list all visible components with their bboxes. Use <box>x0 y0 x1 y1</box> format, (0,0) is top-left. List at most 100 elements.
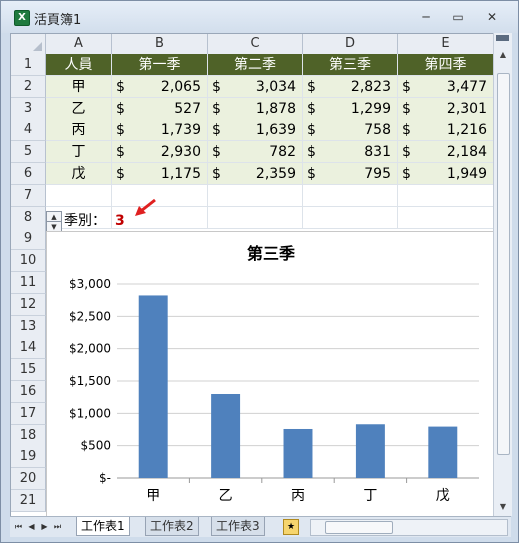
value-cell[interactable]: $3,477 <box>398 75 494 98</box>
value-cell[interactable]: $758 <box>303 119 398 142</box>
empty-cell[interactable] <box>398 184 494 207</box>
table-header-cell[interactable]: 第三季 <box>303 54 398 76</box>
row-header[interactable]: 17 <box>11 402 46 425</box>
table-header-cell[interactable]: 人員 <box>46 54 112 76</box>
column-header[interactable]: E <box>398 34 494 55</box>
value-cell[interactable]: $1,639 <box>208 119 303 142</box>
row-header[interactable]: 14 <box>11 337 46 360</box>
row-header[interactable]: 7 <box>11 184 46 207</box>
y-tick-label: $1,500 <box>69 374 111 388</box>
spin-up-icon[interactable]: ▲ <box>47 212 61 222</box>
row-header[interactable]: 16 <box>11 381 46 403</box>
worksheet-grid[interactable]: A B C D E 1 2 3 4 5 6 7 8 9 10 11 12 13 14 15 16 17 18 19 20 21 人員… <box>10 33 495 518</box>
row-header[interactable]: 4 <box>11 119 46 142</box>
minimize-button[interactable]: ─ <box>415 9 437 25</box>
value-cell[interactable]: $527 <box>112 97 208 120</box>
vertical-scrollbar[interactable]: ▲ ▼ <box>493 33 512 516</box>
prev-sheet-button[interactable]: ◀ <box>26 519 37 534</box>
column-header[interactable]: D <box>303 34 398 55</box>
bar-chart[interactable]: 第三季 $- $500 $1,000 $1,500 $2,000 $2,500 $3,000 甲… <box>46 231 494 517</box>
row-header[interactable]: 12 <box>11 293 46 316</box>
value-cell[interactable]: $1,949 <box>398 163 494 185</box>
currency-symbol: $ <box>116 100 125 117</box>
value-cell[interactable]: $795 <box>303 163 398 185</box>
empty-cell[interactable] <box>46 184 112 207</box>
row-header[interactable]: 6 <box>11 163 46 185</box>
column-header[interactable]: A <box>46 34 112 55</box>
value-cell[interactable]: $2,823 <box>303 75 398 98</box>
vertical-scroll-thumb[interactable] <box>497 73 510 455</box>
empty-cell[interactable] <box>112 184 208 207</box>
tab-sheet1[interactable]: 工作表1 <box>76 517 130 536</box>
last-sheet-button[interactable]: ⏭ <box>52 519 63 534</box>
table-header-cell[interactable]: 第四季 <box>398 54 494 76</box>
tab-sheet2[interactable]: 工作表2 <box>145 517 199 536</box>
value-cell[interactable]: $2,184 <box>398 141 494 164</box>
season-spin-button[interactable]: ▲ ▼ <box>46 211 62 233</box>
horizontal-scroll-thumb[interactable] <box>325 521 393 534</box>
column-header[interactable]: C <box>208 34 303 55</box>
empty-cell[interactable] <box>112 206 208 229</box>
cell-value: 2,301 <box>446 100 487 117</box>
cell-value: 2,823 <box>350 78 391 95</box>
row-header[interactable]: 13 <box>11 315 46 338</box>
value-cell[interactable]: $1,739 <box>112 119 208 142</box>
empty-cell[interactable] <box>303 206 398 229</box>
tab-sheet3[interactable]: 工作表3 <box>211 517 265 536</box>
row-header[interactable]: 21 <box>11 490 46 512</box>
value-cell[interactable]: $2,065 <box>112 75 208 98</box>
row-header[interactable]: 11 <box>11 272 46 294</box>
row-header[interactable]: 15 <box>11 359 46 382</box>
table-header-cell[interactable]: 第一季 <box>112 54 208 76</box>
season-value[interactable]: 3 <box>115 210 125 232</box>
value-cell[interactable]: $831 <box>303 141 398 164</box>
window-title: 活頁簿1 <box>34 13 82 28</box>
row-header[interactable]: 1 <box>11 54 46 76</box>
scroll-up-button[interactable]: ▲ <box>494 47 512 63</box>
value-cell[interactable]: $3,034 <box>208 75 303 98</box>
name-cell[interactable]: 丁 <box>46 141 112 164</box>
row-header[interactable]: 5 <box>11 141 46 164</box>
value-cell[interactable]: $2,301 <box>398 97 494 120</box>
empty-cell[interactable] <box>208 184 303 207</box>
value-cell[interactable]: $2,930 <box>112 141 208 164</box>
row-header[interactable]: 18 <box>11 424 46 447</box>
y-tick-label: $1,000 <box>69 406 111 420</box>
name-cell[interactable]: 乙 <box>46 97 112 120</box>
close-button[interactable]: ✕ <box>481 9 503 25</box>
horizontal-scrollbar[interactable] <box>310 519 508 536</box>
empty-cell[interactable] <box>208 206 303 229</box>
row-header[interactable]: 3 <box>11 97 46 120</box>
table-header-cell[interactable]: 第二季 <box>208 54 303 76</box>
next-sheet-button[interactable]: ▶ <box>39 519 50 534</box>
scroll-down-button[interactable]: ▼ <box>494 499 512 515</box>
row-header[interactable]: 19 <box>11 446 46 469</box>
insert-sheet-icon[interactable]: ★ <box>283 519 299 535</box>
currency-symbol: $ <box>212 166 221 182</box>
empty-cell[interactable] <box>398 206 494 229</box>
name-cell[interactable]: 甲 <box>46 75 112 98</box>
title-bar[interactable]: X 活頁簿1 ─ ▭ ✕ <box>1 1 518 33</box>
row-header[interactable]: 10 <box>11 250 46 273</box>
row-header[interactable]: 8 <box>11 206 46 229</box>
empty-cell[interactable] <box>303 184 398 207</box>
row-header[interactable]: 20 <box>11 468 46 491</box>
value-cell[interactable]: $782 <box>208 141 303 164</box>
excel-app-icon[interactable]: X <box>14 10 30 26</box>
value-cell[interactable]: $1,878 <box>208 97 303 120</box>
first-sheet-button[interactable]: ⏮ <box>13 519 24 534</box>
value-cell[interactable]: $1,299 <box>303 97 398 120</box>
name-cell[interactable]: 戊 <box>46 163 112 185</box>
name-cell[interactable]: 丙 <box>46 119 112 142</box>
restore-button[interactable]: ▭ <box>447 9 469 25</box>
split-box[interactable] <box>496 35 509 41</box>
column-header[interactable]: B <box>112 34 208 55</box>
value-cell[interactable]: $2,359 <box>208 163 303 185</box>
row-header[interactable]: 9 <box>11 228 46 251</box>
chart-canvas: 第三季 $- $500 $1,000 $1,500 $2,000 $2,500 $3,000 甲… <box>69 244 479 504</box>
value-cell[interactable]: $1,216 <box>398 119 494 142</box>
select-all-corner[interactable] <box>11 34 46 55</box>
row-header[interactable]: 2 <box>11 75 46 98</box>
currency-symbol: $ <box>212 78 221 95</box>
value-cell[interactable]: $1,175 <box>112 163 208 185</box>
